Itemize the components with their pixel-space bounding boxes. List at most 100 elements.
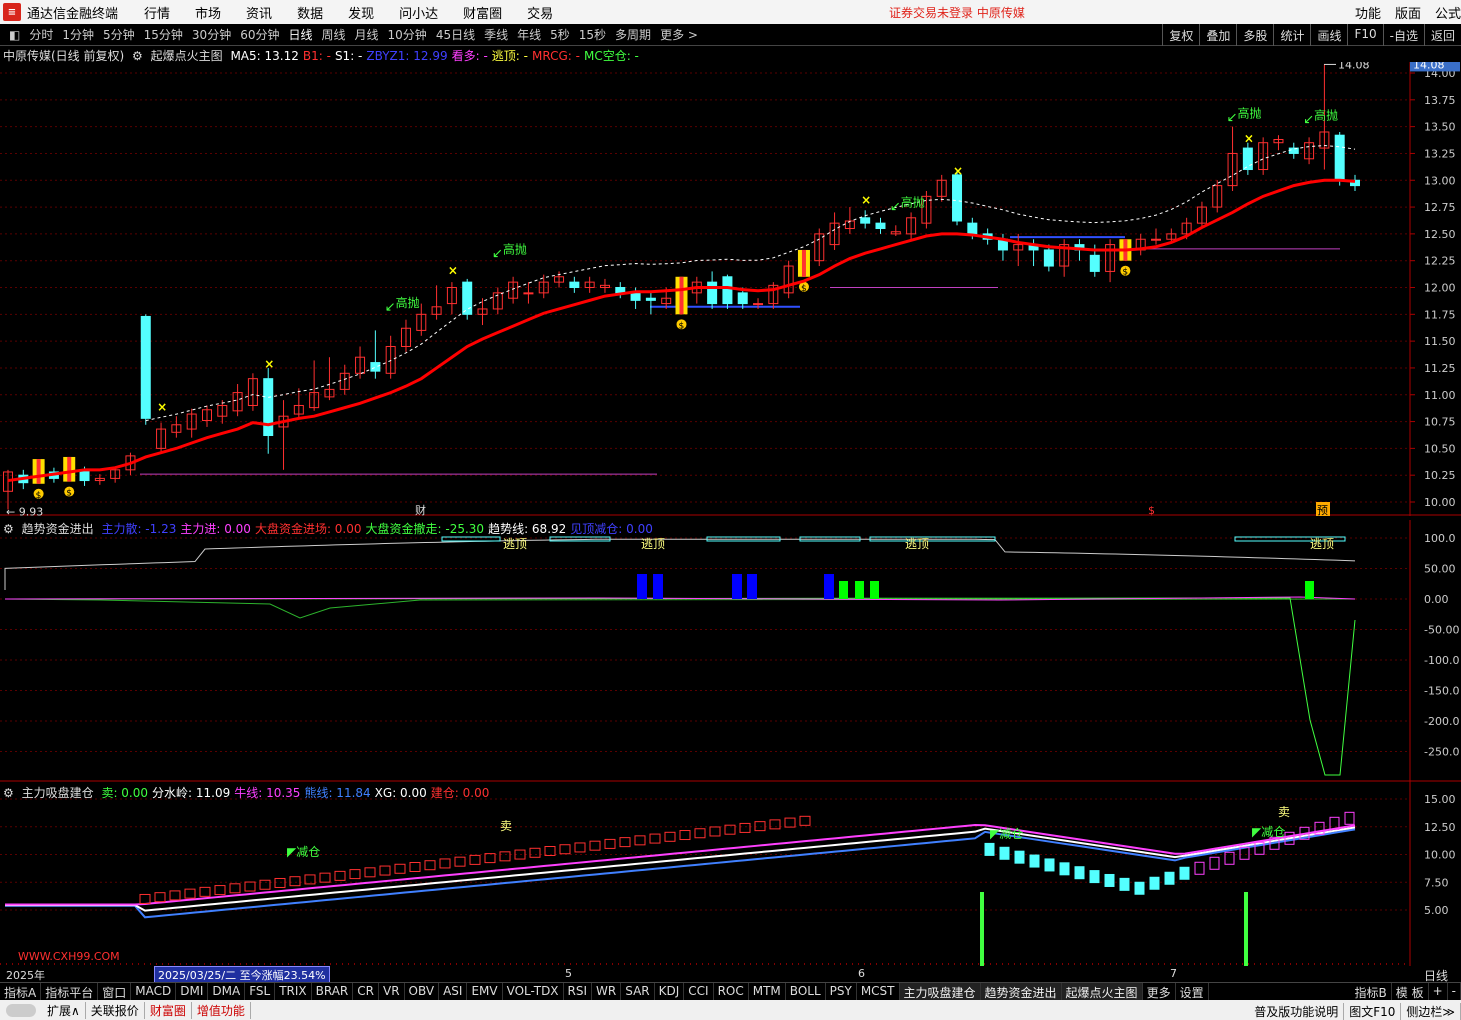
accumulation-box <box>349 869 361 880</box>
indicator-tab-24[interactable]: MCST <box>857 983 900 1000</box>
candle <box>462 281 473 315</box>
indicator-tab-23[interactable]: PSY <box>826 983 857 1000</box>
distribution-box <box>1029 854 1040 868</box>
indicator-tab-9[interactable]: CR <box>353 983 379 1000</box>
period-15min[interactable]: 15分钟 <box>144 26 183 43</box>
status-edition-info[interactable]: 普及版功能说明 <box>1249 1003 1345 1020</box>
title-menubar: ≡ 通达信金融终端 行情 市场 资讯 数据 发现 问小达 财富圈 交易 证券交易… <box>0 0 1461 24</box>
period-yearly[interactable]: 年线 <box>517 26 541 43</box>
tool-f10[interactable]: F10 <box>1347 24 1382 46</box>
period-45day[interactable]: 45日线 <box>436 26 475 43</box>
tool-back[interactable]: 返回 <box>1423 24 1461 46</box>
indicator-tab-6[interactable]: FSL <box>245 983 276 1000</box>
sell-volume-bar <box>980 892 984 966</box>
indicator-tab-18[interactable]: KDJ <box>655 983 685 1000</box>
y-tick-label: 0.00 <box>1424 593 1449 606</box>
period-multi[interactable]: 多周期 <box>615 26 651 43</box>
indicator-tab-19[interactable]: CCI <box>684 983 714 1000</box>
period-60min[interactable]: 60分钟 <box>240 26 279 43</box>
tool-draw[interactable]: 画线 <box>1310 24 1347 46</box>
indicator-tab-11[interactable]: OBV <box>405 983 440 1000</box>
login-notice[interactable]: 证券交易未登录 中原传媒 <box>889 4 1025 21</box>
period-5min[interactable]: 5分钟 <box>103 26 135 43</box>
trend-fund-chart[interactable]: 100.0 50.00 0.00 -50.00 -100.0 -150.0 -200.0 -2… <box>0 520 1461 782</box>
period-fenshi[interactable]: 分时 <box>29 26 53 43</box>
candle <box>1089 254 1100 272</box>
indicator-tab-22[interactable]: BOLL <box>786 983 826 1000</box>
indicator-tab-29[interactable]: 设置 <box>1176 983 1209 1000</box>
status-expand[interactable]: 扩展∧ <box>42 1001 86 1019</box>
indicator-tab-8[interactable]: BRAR <box>312 983 354 1000</box>
status-value-added[interactable]: 增值功能 <box>192 1001 251 1019</box>
indicator-tab-4[interactable]: DMI <box>176 983 209 1000</box>
period-30min[interactable]: 30分钟 <box>192 26 231 43</box>
period-5sec[interactable]: 5秒 <box>550 26 570 43</box>
accumulation-box <box>169 890 181 901</box>
breakout-candle-core <box>67 456 72 482</box>
period-quarterly[interactable]: 季线 <box>484 26 508 43</box>
tool-multistock[interactable]: 多股 <box>1236 24 1273 46</box>
indicator-tab-7[interactable]: TRIX <box>275 983 312 1000</box>
menu-market[interactable]: 市场 <box>195 3 221 22</box>
toggle-icon[interactable] <box>6 1003 36 1017</box>
tool-stats[interactable]: 统计 <box>1273 24 1310 46</box>
breakout-candle-core <box>36 459 41 484</box>
tool-overlay[interactable]: 叠加 <box>1199 24 1236 46</box>
distribution-box <box>1104 873 1115 887</box>
menu-caifuquan[interactable]: 财富圈 <box>463 3 502 22</box>
status-caifuquan[interactable]: 财富圈 <box>145 1001 192 1019</box>
indicator-tab-12[interactable]: ASI <box>439 983 468 1000</box>
main-candlestick-chart[interactable]: 14.0013.7513.5013.2513.0012.7512.5012.25… <box>0 62 1461 516</box>
gear-icon[interactable]: ⚙ <box>132 49 143 63</box>
distribution-box <box>1134 881 1145 895</box>
period-10min[interactable]: 10分钟 <box>388 26 427 43</box>
indicator-tab-25[interactable]: 主力吸盘建仓 <box>899 983 981 1000</box>
menu-trade[interactable]: 交易 <box>527 3 553 22</box>
menu-function[interactable]: 功能 <box>1355 3 1381 22</box>
indicator-tab-13[interactable]: EMV <box>467 983 503 1000</box>
menu-formula[interactable]: 公式 <box>1435 3 1461 22</box>
main-indicator-name[interactable]: 起爆点火主图 <box>151 49 223 63</box>
indicator-tab-5[interactable]: DMA <box>208 983 246 1000</box>
period-daily[interactable]: 日线 <box>288 26 312 43</box>
period-monthly[interactable]: 月线 <box>355 26 379 43</box>
stock-title[interactable]: 中原传媒(日线 前复权) <box>3 49 124 63</box>
menu-data[interactable]: 数据 <box>297 3 323 22</box>
menu-news[interactable]: 资讯 <box>246 3 272 22</box>
indicator-tab-0[interactable]: 指标A <box>0 983 42 1000</box>
accumulation-box <box>274 877 286 888</box>
indicator-tab-3[interactable]: MACD <box>131 983 177 1000</box>
main-panel-title: 中原传媒(日线 前复权) ⚙ 起爆点火主图 MA5: 13.12 B1: - S1:… <box>0 47 647 63</box>
indicator-tab-16[interactable]: WR <box>592 983 622 1000</box>
indicator-tab-14[interactable]: VOL-TDX <box>503 983 564 1000</box>
status-sidebar[interactable]: 侧边栏≫ <box>1401 1003 1461 1020</box>
indicator-tab-26[interactable]: 趋势资金进出 <box>980 983 1062 1000</box>
indicator-tab-17[interactable]: SAR <box>621 983 655 1000</box>
tool-watchlist[interactable]: -自选 <box>1382 24 1424 46</box>
period-more[interactable]: 更多 > <box>660 26 698 43</box>
indicator-tab-21[interactable]: MTM <box>749 983 786 1000</box>
period-15sec[interactable]: 15秒 <box>579 26 606 43</box>
accumulation-chart[interactable]: 15.0012.5010.007.505.00◤减仓◤减仓 ◤减仓卖卖WWW.CX… <box>0 782 1461 966</box>
indicator-tab-20[interactable]: ROC <box>714 983 749 1000</box>
indicator-tab-27[interactable]: 起爆点火主图 <box>1061 983 1143 1000</box>
indicator-tab-1[interactable]: 指标平台 <box>41 983 99 1000</box>
status-f10[interactable]: 图文F10 <box>1344 1003 1402 1020</box>
indicator-tab-15[interactable]: RSI <box>564 983 593 1000</box>
period-weekly[interactable]: 周线 <box>322 26 346 43</box>
menu-layout[interactable]: 版面 <box>1395 3 1421 22</box>
indicator-tab-2[interactable]: 窗口 <box>98 983 132 1000</box>
tool-fuquan[interactable]: 复权 <box>1162 24 1199 46</box>
fund-bar-green <box>870 581 879 599</box>
menu-discover[interactable]: 发现 <box>348 3 374 22</box>
reduce-position-label: ◤减仓 <box>287 845 320 859</box>
y-tick-label: 11.25 <box>1424 362 1456 375</box>
indicator-tab-28[interactable]: 更多 <box>1143 983 1176 1000</box>
sidebar-toggle-icon[interactable]: ◧ <box>9 28 20 42</box>
period-1min[interactable]: 1分钟 <box>62 26 94 43</box>
indicator-tab-10[interactable]: VR <box>379 983 405 1000</box>
menu-hq[interactable]: 行情 <box>144 3 170 22</box>
status-linked-quote[interactable]: 关联报价 <box>86 1001 145 1019</box>
sell-signal-label: 高抛 <box>1314 107 1338 122</box>
menu-wenxiaoda[interactable]: 问小达 <box>399 3 438 22</box>
